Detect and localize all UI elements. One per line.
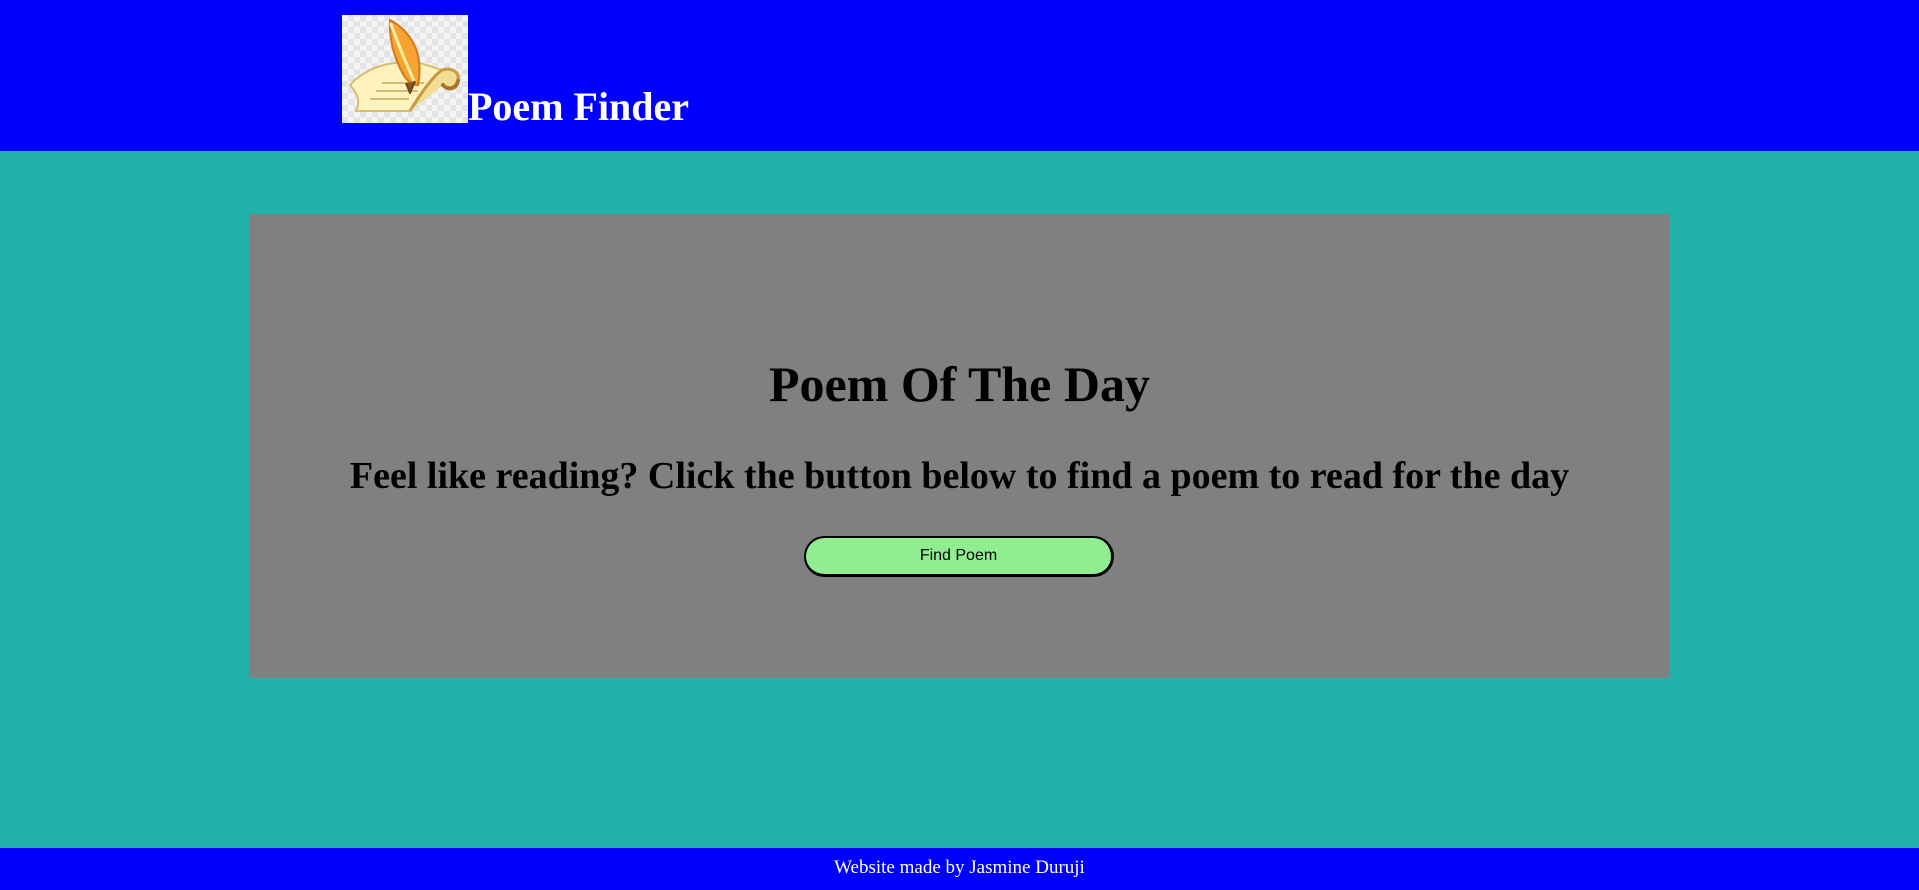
site-footer: Website made by Jasmine Duruji [0,848,1919,890]
poem-of-the-day-panel [249,214,1669,678]
site-title: Poem Finder [468,84,690,129]
page-subtitle: Feel like reading? Click the button belo… [349,455,1570,497]
page-title: Poem Of The Day [769,356,1150,412]
find-poem-button[interactable]: Find Poem [804,536,1114,577]
site-header: Poem Finder [0,0,1919,151]
quill-scroll-icon [342,15,468,123]
